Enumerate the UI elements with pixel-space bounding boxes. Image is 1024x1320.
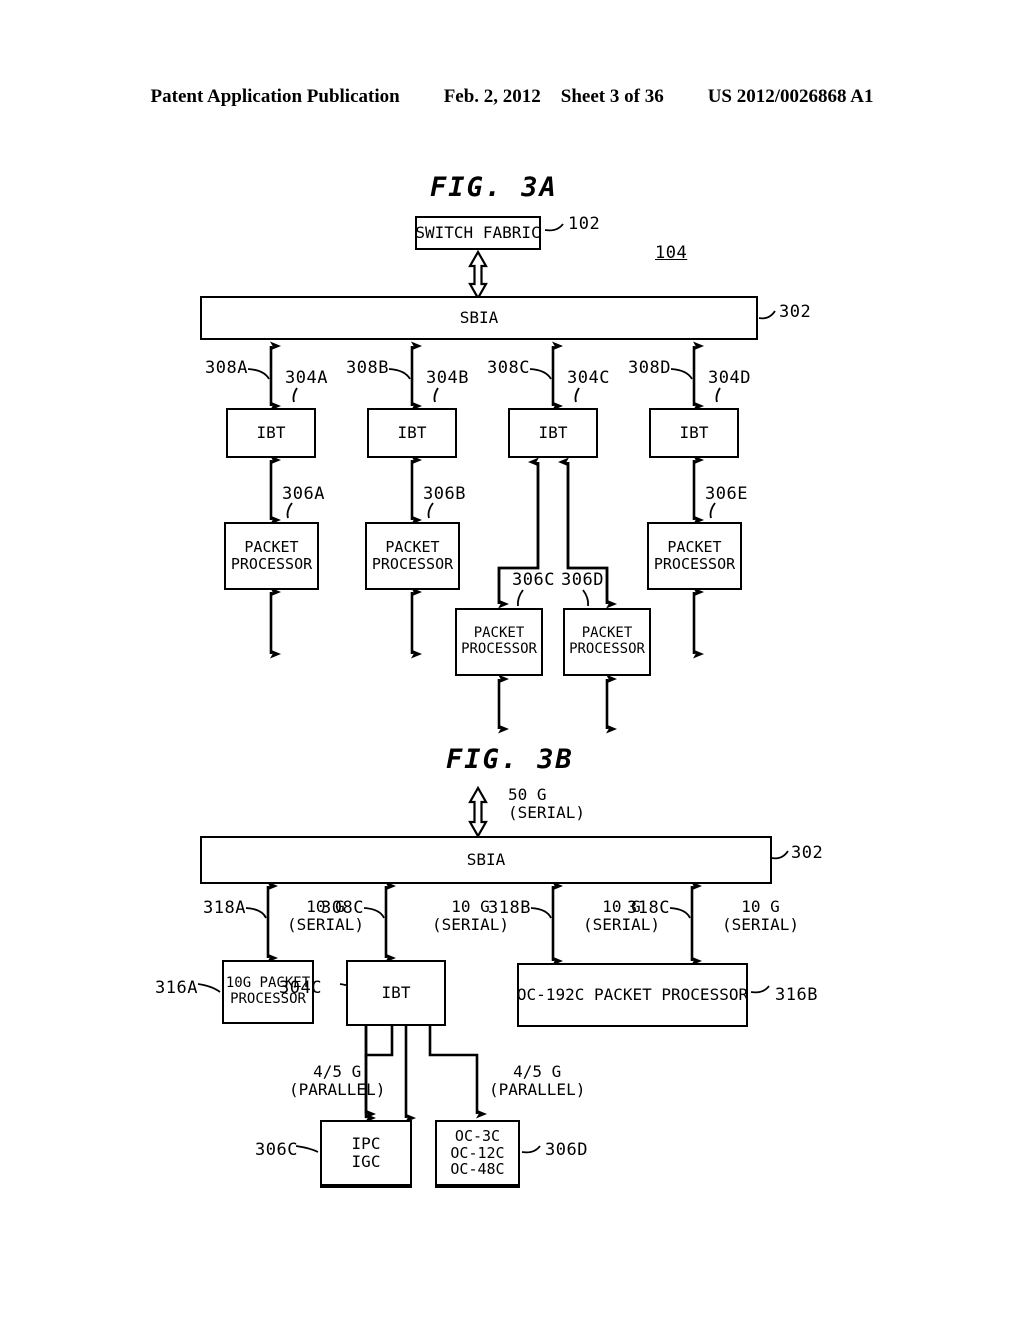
sbia-label-3a: SBIA	[459, 308, 499, 328]
ibt-box-d: IBT	[649, 408, 739, 458]
sbia-uplink-arrow-3b	[468, 785, 488, 839]
link-rate-318C-line2: (SERIAL)	[722, 914, 800, 934]
figure-3a-title: FIG. 3A	[430, 172, 558, 203]
ibt-box-b: IBT	[367, 408, 457, 458]
packet-processor-box-b: PACKET PROCESSOR	[365, 522, 460, 590]
pp-label-a-line1: PACKET	[244, 538, 299, 557]
ibt-label-d: IBT	[679, 423, 709, 443]
switch-fabric-link-arrow	[468, 249, 488, 301]
oc48c-label: OC-48C	[450, 1160, 505, 1179]
pp-label-d-line1: PACKET	[581, 625, 633, 642]
packet-processor-box-d: PACKET PROCESSOR	[563, 608, 651, 676]
ref-302-3b: 302	[791, 843, 824, 863]
ref-306A: 306A	[282, 484, 325, 504]
ref-316A: 316A	[155, 978, 198, 998]
parallel-rate-right-line2: (PARALLEL)	[489, 1079, 586, 1099]
ref-304B: 304B	[426, 368, 469, 388]
sbia-box-3b: SBIA	[200, 836, 772, 884]
ref-304D: 304D	[708, 368, 751, 388]
pp-label-e-line2: PROCESSOR	[653, 555, 736, 573]
parallel-rate-left-line2: (PARALLEL)	[289, 1079, 386, 1099]
pp-label-b-line1: PACKET	[385, 538, 440, 557]
ibt-box-a: IBT	[226, 408, 316, 458]
ipc-igc-box: IPC IGC	[320, 1120, 412, 1188]
figure-3b-title: FIG. 3B	[446, 744, 574, 775]
igc-label: IGC	[351, 1152, 381, 1171]
parallel-rate-right: 4/5 G (PARALLEL)	[489, 1063, 585, 1098]
ref-306C-3b: 306C	[255, 1140, 298, 1160]
oc192c-label: OC-192C PACKET PROCESSOR	[516, 985, 749, 1005]
ibt-box-3b: IBT	[346, 960, 446, 1026]
sbia-box-3a: SBIA	[200, 296, 758, 340]
publication-header: Patent Application Publication Feb. 2, 2…	[0, 86, 1024, 108]
oc12c-label: OC-12C	[450, 1143, 505, 1162]
ref-302-3a: 302	[779, 302, 812, 322]
packet-processor-box-a: PACKET PROCESSOR	[224, 522, 319, 590]
pp-label-b-line2: PROCESSOR	[371, 555, 454, 573]
uplink-rate-line2: (SERIAL)	[508, 802, 586, 822]
sbia-label-3b: SBIA	[466, 850, 506, 870]
ref-308D: 308D	[628, 358, 671, 378]
packet-processor-box-e: PACKET PROCESSOR	[647, 522, 742, 590]
ref-308B: 308B	[346, 358, 389, 378]
ibt-label-c: IBT	[538, 423, 568, 443]
ibt-label-a: IBT	[256, 423, 286, 443]
parallel-rate-right-line1: 4/5 G	[513, 1062, 562, 1081]
publication-date: Feb. 2, 2012	[443, 86, 541, 107]
oc3c-label: OC-3C	[454, 1126, 501, 1145]
parallel-rate-left-line1: 4/5 G	[313, 1062, 362, 1081]
ref-308C: 308C	[487, 358, 530, 378]
pp-label-a-line2: PROCESSOR	[230, 555, 313, 573]
pp-label-e-line1: PACKET	[667, 538, 722, 557]
packet-processor-box-c: PACKET PROCESSOR	[455, 608, 543, 676]
ibt-label-b: IBT	[397, 423, 427, 443]
publication-title: Patent Application Publication	[150, 86, 400, 107]
ref-306E: 306E	[705, 484, 748, 504]
switch-fabric-label: SWITCH FABRIC	[415, 223, 541, 243]
ref-104: 104	[655, 243, 688, 263]
pp-label-c-line2: PROCESSOR	[461, 641, 537, 657]
oc192c-box: OC-192C PACKET PROCESSOR	[517, 963, 748, 1027]
ref-306C-3a: 306C	[512, 570, 555, 590]
ref-318A: 318A	[203, 898, 246, 918]
parallel-rate-left: 4/5 G (PARALLEL)	[289, 1063, 385, 1098]
link-rate-308C-line1: 10 G	[451, 897, 490, 916]
pp-label-c-line1: PACKET	[473, 625, 525, 642]
link-rate-318C: 10 G (SERIAL)	[722, 898, 799, 933]
uplink-rate-line1: 50 G	[508, 785, 547, 804]
ibt-label-3b: IBT	[381, 983, 411, 1003]
sheet-number: Sheet 3 of 36	[560, 86, 664, 107]
ref-304C-3b: 304C	[279, 978, 322, 998]
ibt-box-c: IBT	[508, 408, 598, 458]
ref-304A: 304A	[285, 368, 328, 388]
oc-rates-box: OC-3C OC-12C OC-48C	[435, 1120, 520, 1188]
ref-308C-3b: 308C	[321, 898, 364, 918]
pp-label-d-line2: PROCESSOR	[569, 641, 645, 657]
ref-102: 102	[568, 214, 601, 234]
ref-316B: 316B	[775, 985, 818, 1005]
ref-306D-3a: 306D	[561, 570, 604, 590]
ref-306D-3b: 306D	[545, 1140, 588, 1160]
ref-306B: 306B	[423, 484, 466, 504]
ref-318B: 318B	[488, 898, 531, 918]
patent-number: US 2012/0026868 A1	[707, 86, 874, 107]
link-rate-318C-line1: 10 G	[741, 897, 780, 916]
ref-304C: 304C	[567, 368, 610, 388]
ref-318C: 318C	[627, 898, 670, 918]
ref-308A: 308A	[205, 358, 248, 378]
switch-fabric-box: SWITCH FABRIC	[415, 216, 541, 250]
uplink-rate-3b: 50 G (SERIAL)	[508, 786, 585, 821]
ipc-label: IPC	[351, 1134, 381, 1154]
